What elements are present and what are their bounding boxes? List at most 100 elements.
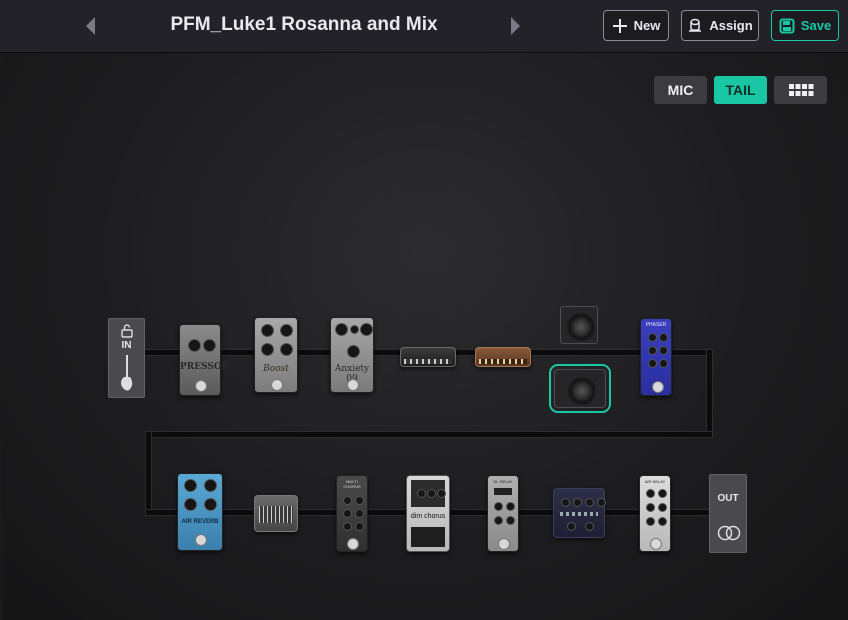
delay-label: DL DELAY (493, 479, 513, 484)
knob (437, 489, 446, 498)
knob (506, 502, 515, 511)
top-toolbar: PFM_Luke1 Rosanna and Mix New Assign Sav… (0, 0, 848, 53)
knob (494, 516, 503, 525)
knob (347, 345, 360, 358)
amp-head-1[interactable] (400, 347, 456, 367)
knob (648, 346, 657, 355)
amp-controls (404, 359, 452, 364)
chorus-label: dim chorus (410, 513, 446, 520)
footswitch (498, 538, 510, 550)
knob (343, 522, 352, 531)
delay-pedal[interactable]: DL DELAY (487, 475, 519, 552)
knob (585, 522, 594, 531)
next-preset-arrow-icon[interactable] (511, 17, 520, 35)
stereo-icon (717, 525, 741, 541)
knob (648, 333, 657, 342)
amp-head-2[interactable] (475, 347, 531, 367)
cabinet-1[interactable] (560, 306, 598, 344)
multi-chorus-label: MULTI CHORUS (343, 479, 361, 489)
air-delay-pedal[interactable]: AIR DELAY (639, 475, 671, 552)
tail-view-button[interactable]: TAIL (714, 76, 767, 104)
multi-chorus-pedal[interactable]: MULTI CHORUS (336, 475, 368, 552)
output-block[interactable]: OUT (709, 474, 747, 553)
knob (573, 498, 582, 507)
knob (355, 509, 364, 518)
plus-icon (612, 18, 627, 33)
knob (204, 498, 217, 511)
knob (204, 479, 217, 492)
knob (494, 502, 503, 511)
chorus-pedal[interactable]: dim chorus (406, 475, 450, 552)
boost-pedal[interactable]: Boost (254, 317, 298, 393)
compressor-pedal[interactable]: PRESSOR (179, 324, 229, 396)
cable-return (145, 431, 713, 438)
speaker-icon (568, 376, 596, 405)
delay-display (494, 488, 512, 495)
rack-switches (560, 512, 598, 516)
signal-chain-canvas[interactable]: MIC TAIL IN PRESSOR Boost Anxiety PHASER… (3, 53, 848, 620)
cabinet-2[interactable] (549, 364, 611, 413)
knob (658, 489, 667, 498)
knob (335, 323, 348, 336)
input-label: IN (121, 340, 132, 351)
input-block[interactable]: IN (108, 318, 145, 398)
rack-unit[interactable] (553, 488, 606, 538)
knob (646, 489, 655, 498)
knob (658, 517, 667, 526)
knob (355, 496, 364, 505)
knob (585, 498, 594, 507)
footswitch (347, 538, 359, 550)
lock-open-icon (121, 324, 133, 338)
air-delay-label: AIR DELAY (644, 479, 666, 484)
footswitch (195, 380, 207, 392)
knob (659, 359, 668, 368)
mic-view-button[interactable]: MIC (654, 76, 707, 104)
phaser-pedal[interactable]: PHASER (640, 318, 672, 396)
footswitch-pad (411, 527, 445, 547)
knob (648, 359, 657, 368)
speaker-icon (567, 313, 595, 341)
chorus-panel (411, 480, 446, 507)
amp-controls (479, 359, 527, 364)
footswitch (347, 379, 359, 391)
knob (646, 517, 655, 526)
save-button[interactable]: Save (771, 10, 839, 41)
overdrive-pedal[interactable]: Anxiety 09 (330, 317, 374, 393)
knob (360, 323, 373, 336)
knob (658, 503, 667, 512)
grid-view-button[interactable] (774, 76, 827, 104)
knob (561, 498, 570, 507)
new-button[interactable]: New (603, 10, 669, 41)
knob (261, 324, 274, 337)
cable-right-riser (706, 349, 713, 437)
knob (343, 496, 352, 505)
knob (188, 339, 201, 352)
knob (184, 498, 197, 511)
reverb-pedal[interactable]: AIR REVERB (177, 473, 223, 551)
knob (597, 498, 606, 507)
previous-preset-arrow-icon[interactable] (86, 17, 95, 35)
reverb-label: AIR REVERB (181, 519, 219, 525)
save-label: Save (800, 18, 832, 33)
knob (659, 333, 668, 342)
knob (355, 522, 364, 531)
boost-label: Boost (263, 364, 289, 374)
assign-label: Assign (709, 18, 753, 33)
cable-left-riser (145, 431, 152, 516)
knob (343, 509, 352, 518)
preset-title[interactable]: PFM_Luke1 Rosanna and Mix (110, 14, 498, 36)
output-label: OUT (717, 493, 739, 504)
knob (203, 339, 216, 352)
assign-button[interactable]: Assign (681, 10, 759, 41)
footswitch (650, 538, 662, 550)
footswitch (271, 379, 283, 391)
new-label: New (633, 18, 661, 33)
knob (646, 503, 655, 512)
save-icon (779, 18, 795, 33)
knob (184, 479, 197, 492)
knob (261, 343, 274, 356)
knob (280, 343, 293, 356)
eq-rack[interactable] (254, 495, 298, 532)
grid-icon (788, 84, 813, 96)
knob (506, 516, 515, 525)
